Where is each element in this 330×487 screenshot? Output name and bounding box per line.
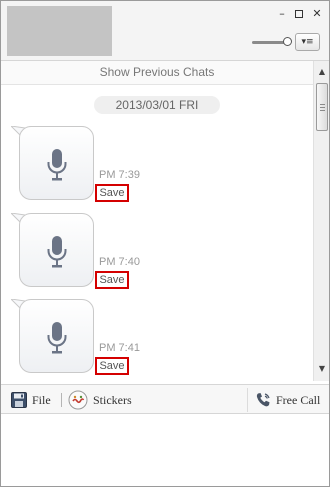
menu-button[interactable]: ▾≡ bbox=[295, 33, 320, 51]
message-time: PM 7:39 bbox=[99, 169, 140, 181]
voice-message: PM 7:41 Save bbox=[1, 299, 313, 381]
minimize-button[interactable]: – bbox=[275, 7, 289, 21]
microphone-icon bbox=[47, 322, 67, 354]
save-button[interactable]: Save bbox=[95, 357, 129, 375]
sticker-icon bbox=[68, 390, 88, 410]
toolbar-divider bbox=[247, 388, 248, 412]
scroll-thumb[interactable] bbox=[316, 83, 328, 131]
floppy-disk-icon bbox=[11, 392, 27, 408]
profile-image-placeholder[interactable] bbox=[7, 6, 112, 56]
save-button[interactable]: Save bbox=[95, 271, 129, 289]
chat-toolbar: File Stickers Free Call bbox=[1, 384, 329, 414]
close-button[interactable]: ✕ bbox=[310, 7, 324, 21]
opacity-slider-knob[interactable] bbox=[283, 37, 292, 46]
save-button[interactable]: Save bbox=[95, 184, 129, 202]
thumb-grip-line bbox=[320, 107, 325, 108]
message-time: PM 7:41 bbox=[99, 342, 140, 354]
thumb-grip-line bbox=[320, 104, 325, 105]
free-call-button[interactable]: Free Call bbox=[255, 385, 320, 415]
date-divider: 2013/03/01 FRI bbox=[94, 96, 220, 114]
microphone-icon bbox=[47, 236, 67, 268]
chat-window: – ✕ ▾≡ Show Previous Chats 2013/03/01 FR… bbox=[0, 0, 330, 487]
chat-history: Show Previous Chats 2013/03/01 FRI PM 7:… bbox=[1, 61, 313, 381]
scroll-up-arrow-icon[interactable]: ▲ bbox=[314, 64, 330, 80]
free-call-label: Free Call bbox=[276, 392, 321, 407]
scroll-down-arrow-icon[interactable]: ▼ bbox=[314, 361, 330, 377]
voice-message: PM 7:39 Save bbox=[1, 126, 313, 210]
message-time: PM 7:40 bbox=[99, 256, 140, 268]
voice-message: PM 7:40 Save bbox=[1, 213, 313, 297]
chat-scrollbar[interactable]: ▲ ▼ bbox=[313, 61, 329, 381]
maximize-button[interactable] bbox=[292, 7, 306, 21]
file-label: File bbox=[32, 392, 51, 407]
message-input[interactable] bbox=[1, 415, 329, 486]
title-bar: – ✕ ▾≡ bbox=[1, 1, 329, 61]
stickers-button[interactable]: Stickers bbox=[68, 385, 132, 415]
file-button[interactable]: File bbox=[11, 385, 51, 415]
voice-message-bubble[interactable] bbox=[19, 213, 94, 287]
phone-icon bbox=[256, 393, 270, 407]
show-previous-chats-button[interactable]: Show Previous Chats bbox=[1, 61, 313, 85]
stickers-label: Stickers bbox=[93, 392, 132, 407]
voice-message-bubble[interactable] bbox=[19, 126, 94, 200]
maximize-icon bbox=[295, 10, 303, 18]
toolbar-divider bbox=[61, 393, 62, 407]
voice-message-bubble[interactable] bbox=[19, 299, 94, 373]
thumb-grip-line bbox=[320, 110, 325, 111]
microphone-icon bbox=[47, 149, 67, 181]
